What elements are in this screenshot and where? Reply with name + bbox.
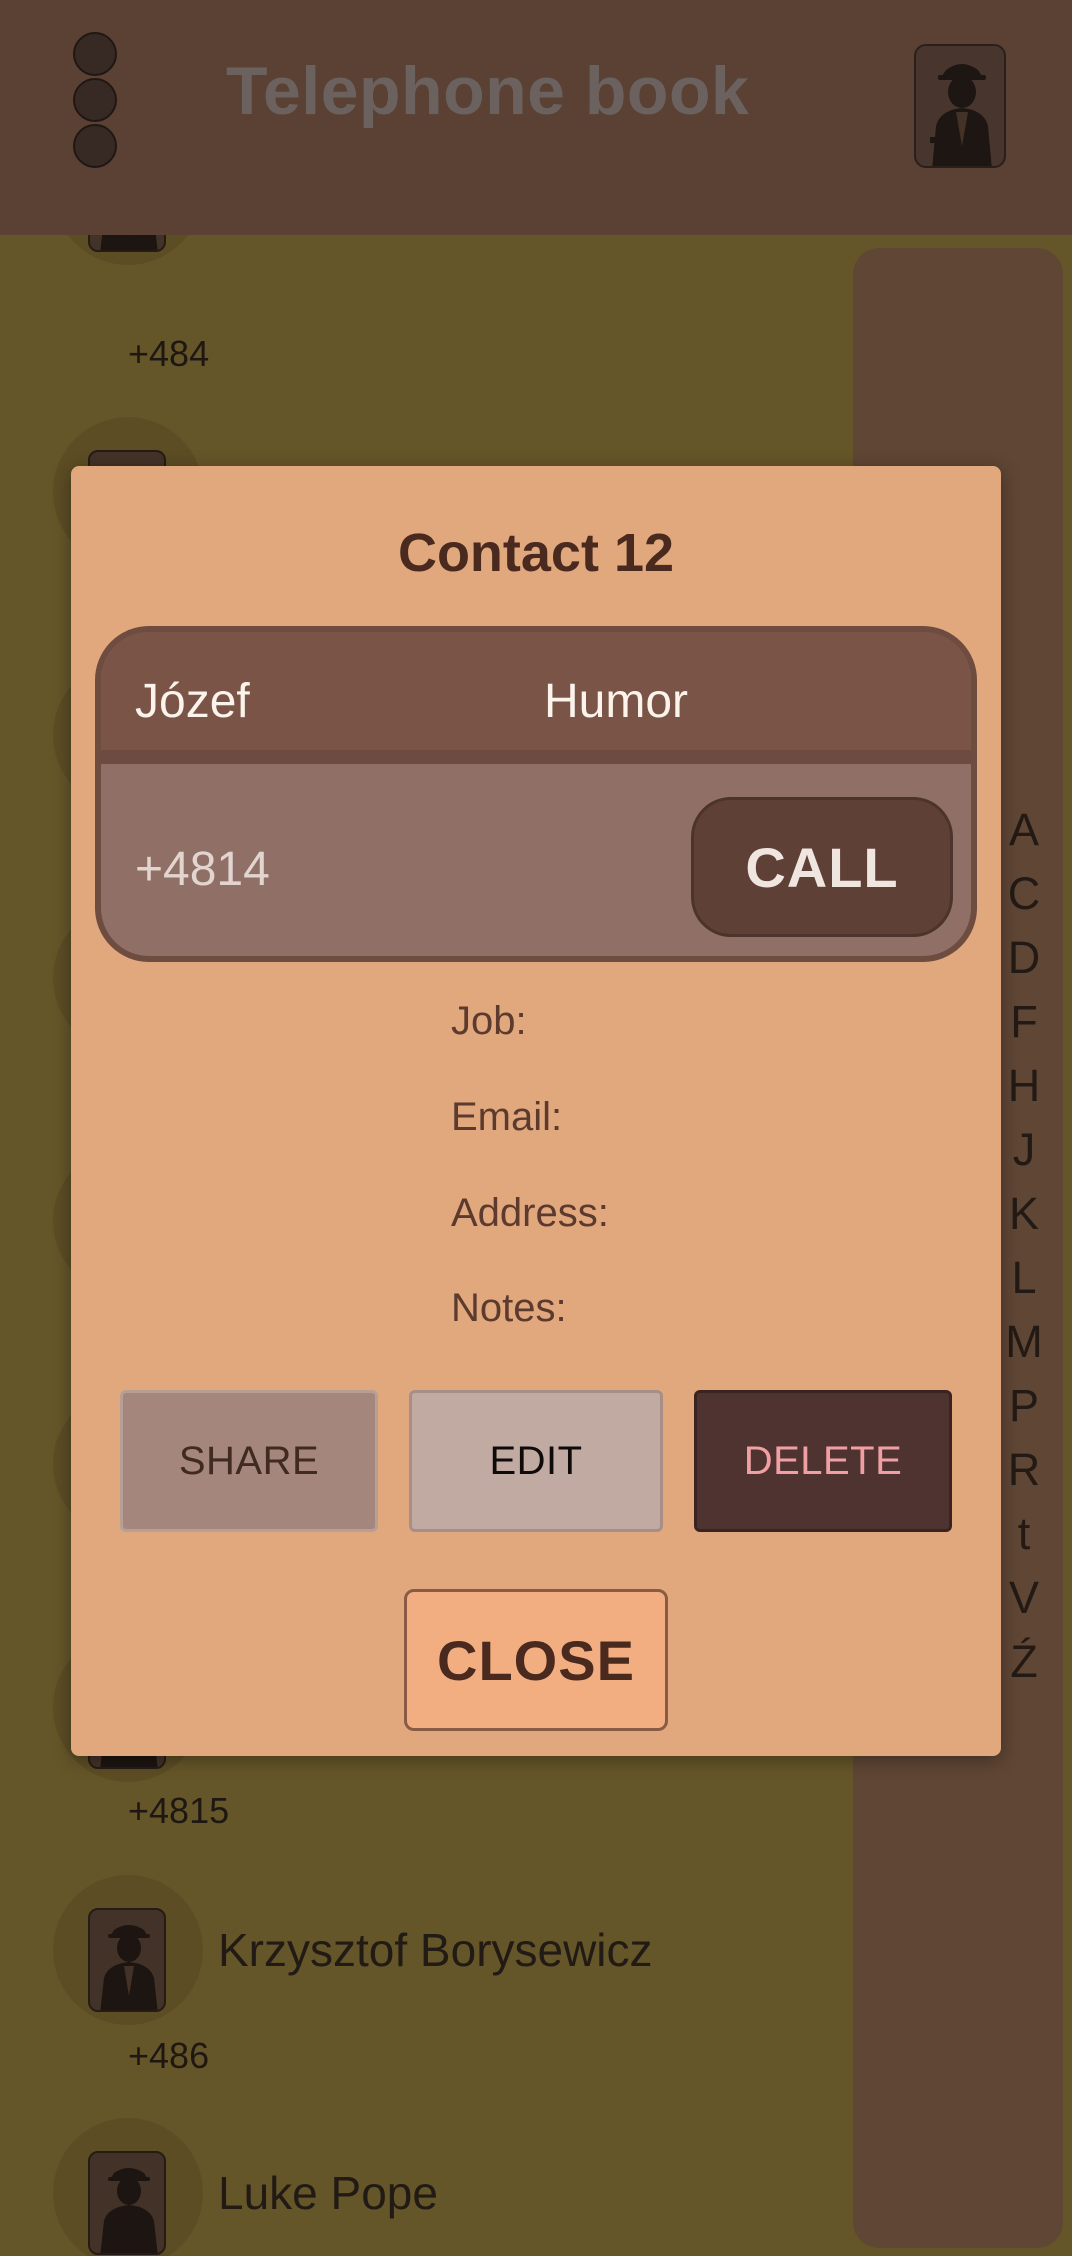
- person-icon: [88, 1908, 166, 2012]
- index-letter[interactable]: D: [1004, 926, 1044, 990]
- index-letter[interactable]: H: [1004, 1054, 1044, 1118]
- contact-phone: +484: [128, 333, 210, 374]
- share-button[interactable]: SHARE: [120, 1390, 378, 1532]
- call-button[interactable]: CALL: [691, 797, 953, 937]
- contact-name: Luke Pope: [218, 2167, 438, 2219]
- person-icon: [88, 2151, 166, 2255]
- contact-name: Krzysztof Borysewicz: [218, 1924, 653, 1976]
- more-vertical-icon[interactable]: [73, 32, 117, 168]
- contact-name-bar: Józef Humor: [101, 632, 971, 764]
- index-letter[interactable]: Ź: [1004, 1630, 1044, 1694]
- edit-button[interactable]: EDIT: [409, 1390, 663, 1532]
- avatar: [53, 235, 203, 265]
- email-field: Email:: [451, 1095, 563, 1139]
- index-letter[interactable]: P: [1004, 1374, 1044, 1438]
- contact-phone: +4815: [128, 1790, 230, 1831]
- phone-number: +4814: [135, 843, 270, 896]
- list-item[interactable]: Krzysztof Borysewicz +486: [0, 1875, 850, 2120]
- contact-phone: +486: [128, 2035, 210, 2076]
- job-field: Job:: [451, 999, 527, 1043]
- index-letter[interactable]: J: [1004, 1118, 1044, 1182]
- address-field: Address:: [451, 1191, 609, 1235]
- delete-button[interactable]: DELETE: [694, 1390, 952, 1532]
- index-letter[interactable]: V: [1004, 1566, 1044, 1630]
- avatar: [53, 1875, 203, 2025]
- index-letter[interactable]: L: [1004, 1246, 1044, 1310]
- index-letter[interactable]: F: [1004, 990, 1044, 1054]
- index-letter[interactable]: M: [1004, 1310, 1044, 1374]
- notes-field: Notes:: [451, 1286, 567, 1330]
- person-icon: [88, 235, 166, 252]
- last-name: Humor: [544, 675, 689, 728]
- avatar: [53, 2118, 203, 2256]
- close-button[interactable]: CLOSE: [404, 1589, 668, 1731]
- list-item[interactable]: +484: [0, 235, 850, 374]
- contact-card: Józef Humor +4814 CALL: [95, 626, 977, 962]
- index-letter[interactable]: R: [1004, 1438, 1044, 1502]
- index-letter[interactable]: C: [1004, 862, 1044, 926]
- add-contact-icon[interactable]: [914, 44, 1006, 168]
- list-item[interactable]: Luke Pope: [0, 2118, 850, 2256]
- dialog-title: Contact 12: [397, 523, 675, 583]
- alphabet-index[interactable]: A C D F H J K L M P R t V Ź: [1004, 798, 1044, 1694]
- app-title: Telephone book: [226, 53, 750, 129]
- app-bar: Telephone book: [0, 0, 1072, 235]
- index-letter[interactable]: K: [1004, 1182, 1044, 1246]
- contact-dialog: Contact 12 Józef Humor +4814 CALL Job: E…: [71, 466, 1001, 1756]
- first-name: Józef: [135, 675, 250, 728]
- index-letter[interactable]: t: [1004, 1502, 1044, 1566]
- index-letter[interactable]: A: [1004, 798, 1044, 862]
